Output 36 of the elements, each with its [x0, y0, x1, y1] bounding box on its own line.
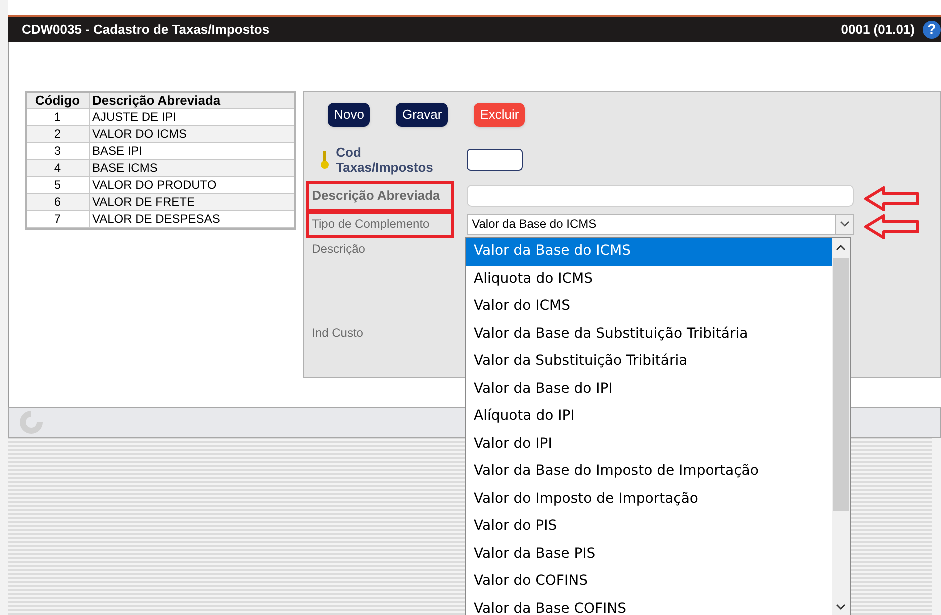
field-label: Cod Taxas/Impostos [335, 144, 434, 177]
field-label: Descrição Abreviada [306, 180, 454, 212]
field-label: Ind Custo [311, 325, 364, 342]
dropdown-option[interactable]: Alíquota do IPI [466, 403, 832, 430]
field-label: Descrição [311, 241, 366, 258]
key-icon [320, 150, 330, 170]
action-button[interactable]: Novo [328, 103, 370, 127]
chevron-down-icon[interactable] [835, 214, 854, 234]
dropdown-option[interactable]: Valor da Base COFINS [466, 596, 832, 615]
field-label: Tipo de Complemento [306, 210, 454, 238]
dropdown-option[interactable]: Valor do PIS [466, 513, 832, 540]
action-button[interactable]: Gravar [396, 103, 448, 127]
dropdown-option[interactable]: Valor da Base do ICMS [466, 238, 832, 266]
annotation-arrow [864, 214, 920, 240]
dropdown-option[interactable]: Valor da Base da Substituição Tribitária [466, 320, 832, 348]
dropdown-option[interactable]: Valor do ICMS [466, 293, 832, 320]
help-icon[interactable]: ? [923, 20, 941, 38]
window-title: CDW0035 - Cadastro de Taxas/Impostos [22, 20, 270, 39]
version-label: 0001 (01.01) [841, 20, 915, 39]
annotation-arrow [864, 186, 920, 212]
action-button[interactable]: Excluir [474, 103, 526, 127]
dropdown-option[interactable]: Valor do COFINS [466, 568, 832, 596]
select-field[interactable]: Valor da Base do ICMS [467, 214, 854, 234]
loading-icon [19, 410, 44, 435]
dropdown-option[interactable]: Valor da Substituição Tribitária [466, 348, 832, 376]
input-field[interactable] [467, 149, 524, 171]
dropdown-option[interactable]: Valor da Base do Imposto de Importação [466, 458, 832, 486]
dropdown-option[interactable]: Valor da Base PIS [466, 540, 832, 568]
dropdown-option[interactable]: Valor do IPI [466, 430, 832, 458]
table-cell: VALOR DE DESPESAS [89, 210, 294, 228]
dropdown-option[interactable]: Valor do Imposto de Importação [466, 486, 832, 513]
scrollbar-thumb[interactable] [833, 258, 849, 511]
table-cell: 7 [27, 210, 89, 228]
dropdown-option[interactable]: Aliquota do ICMS [466, 266, 832, 293]
dropdown-option[interactable]: Valor da Base do IPI [466, 376, 832, 403]
scrollbar[interactable] [832, 238, 850, 615]
